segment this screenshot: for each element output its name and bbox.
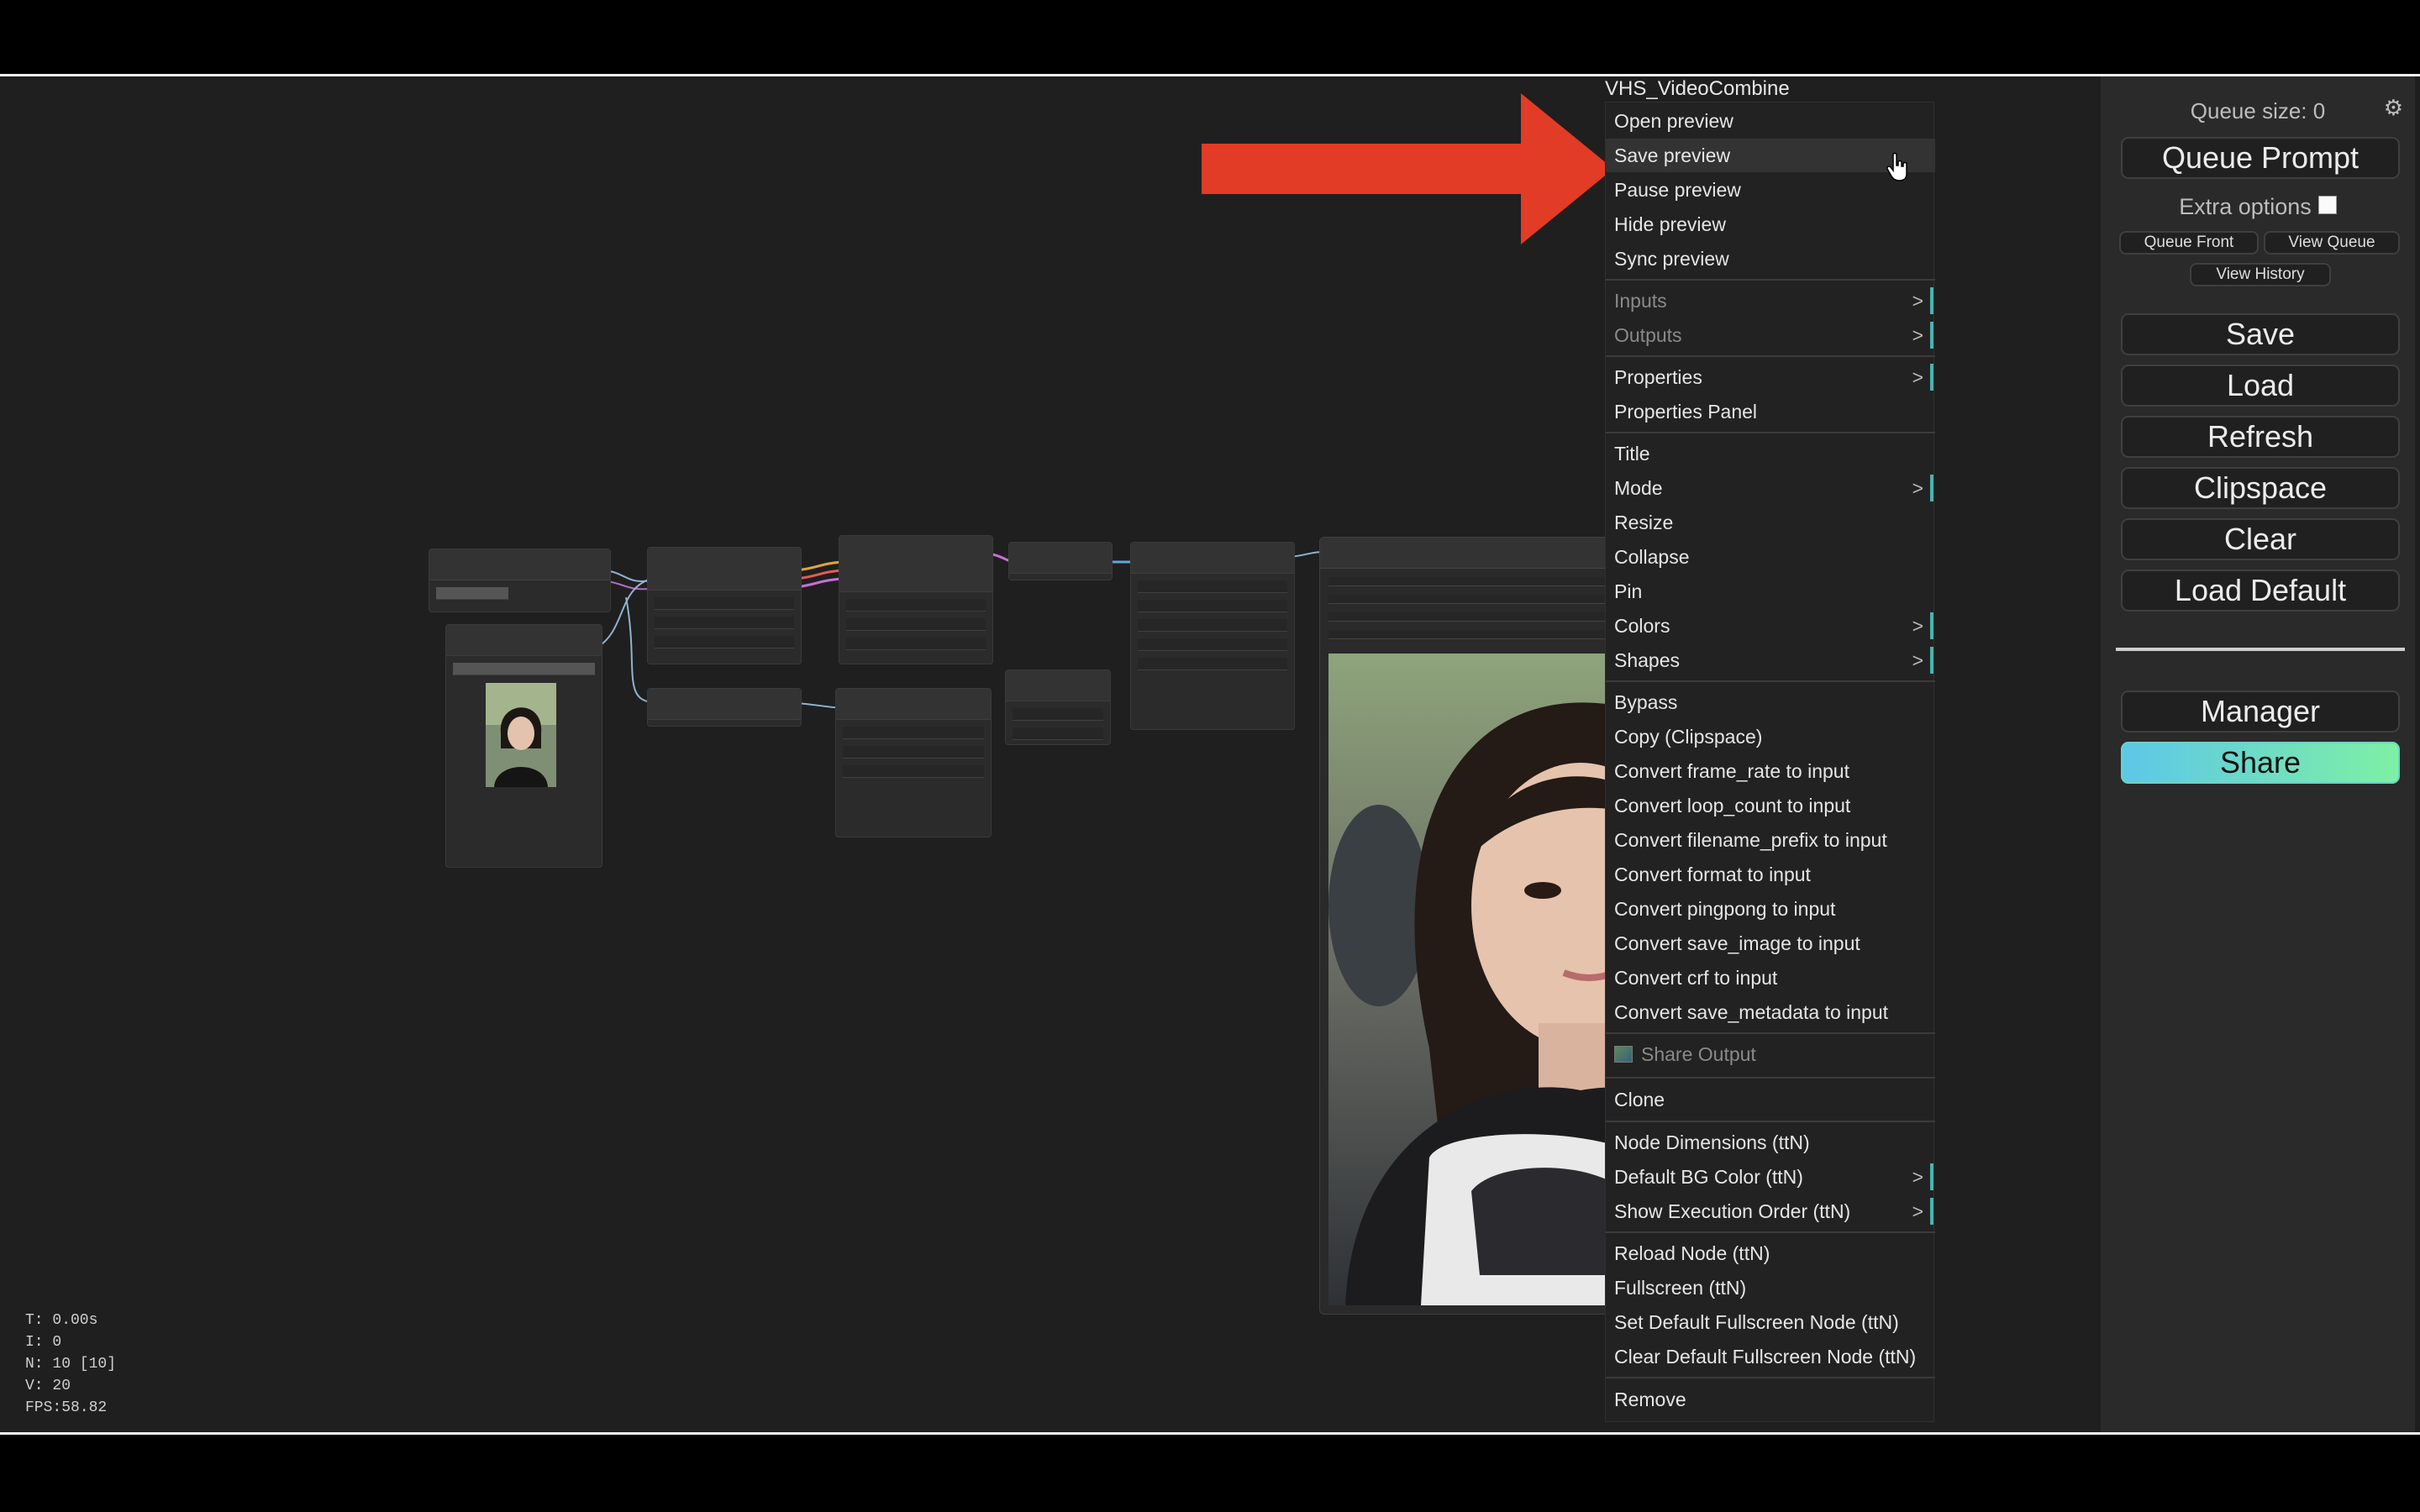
menu-item-reload-node[interactable]: Reload Node (ttN) (1606, 1236, 1935, 1270)
menu-item-shapes[interactable]: Shapes > (1606, 643, 1935, 677)
menu-item-convert-frame-rate[interactable]: Convert frame_rate to input (1606, 754, 1935, 788)
menu-item-copy-clipspace[interactable]: Copy (Clipspace) (1606, 720, 1935, 753)
stat-time: T: 0.00s (25, 1312, 98, 1329)
menu-item-convert-save-metadata[interactable]: Convert save_metadata to input (1606, 995, 1935, 1029)
menu-item-convert-crf[interactable]: Convert crf to input (1606, 961, 1935, 995)
menu-item-convert-loop-count[interactable]: Convert loop_count to input (1606, 789, 1935, 822)
menu-item-mode[interactable]: Mode > (1606, 471, 1935, 505)
load-button[interactable]: Load (2121, 365, 2400, 407)
menu-item-colors[interactable]: Colors > (1606, 609, 1935, 643)
menu-item-inputs-label: Inputs (1614, 290, 1667, 312)
view-history-button[interactable]: View History (2190, 263, 2331, 286)
menu-item-sync-preview[interactable]: Sync preview (1606, 242, 1935, 276)
submenu-chevron-icon: > (1912, 615, 1923, 637)
queue-front-button[interactable]: Queue Front (2119, 231, 2259, 255)
menu-item-clone[interactable]: Clone (1606, 1083, 1935, 1116)
menu-item-outputs-label: Outputs (1614, 324, 1682, 346)
node-8[interactable] (1005, 669, 1111, 745)
menu-item-default-bg-color[interactable]: Default BG Color (ttN) > (1606, 1160, 1935, 1194)
node-5[interactable] (839, 535, 993, 664)
node-6[interactable] (835, 688, 992, 837)
node-4[interactable] (647, 688, 802, 727)
annotation-arrow (1202, 93, 1613, 244)
queue-prompt-button[interactable]: Queue Prompt (2121, 137, 2400, 179)
settings-gear-icon[interactable]: ⚙ (2384, 95, 2403, 121)
stat-v: V: 20 (25, 1378, 71, 1394)
menu-item-remove[interactable]: Remove (1606, 1383, 1935, 1416)
panel-divider (2116, 648, 2405, 651)
queue-size-label: Queue size: 0 (2190, 98, 2326, 123)
menu-item-show-execution-order[interactable]: Show Execution Order (ttN) > (1606, 1194, 1935, 1228)
menu-item-properties-label: Properties (1614, 366, 1702, 388)
submenu-chevron-icon: > (1912, 1200, 1923, 1222)
extra-options-checkbox[interactable] (2317, 196, 2337, 214)
menu-item-colors-label: Colors (1614, 615, 1670, 637)
mouse-pointer-icon (1886, 152, 1907, 181)
input-portrait-thumbnail (486, 683, 556, 787)
menu-item-convert-format[interactable]: Convert format to input (1606, 858, 1935, 891)
canvas-stats: T: 0.00s I: 0 N: 10 [10] V: 20 FPS:58.82 (25, 1310, 116, 1419)
save-button[interactable]: Save (2121, 313, 2400, 355)
menu-item-hide-preview[interactable]: Hide preview (1606, 207, 1935, 241)
menu-item-resize[interactable]: Resize (1606, 506, 1935, 539)
menu-item-fullscreen[interactable]: Fullscreen (ttN) (1606, 1271, 1935, 1305)
menu-item-convert-filename-prefix[interactable]: Convert filename_prefix to input (1606, 823, 1935, 857)
menu-item-title[interactable]: Title (1606, 437, 1935, 470)
menu-item-properties-panel[interactable]: Properties Panel (1606, 395, 1935, 428)
stat-fps: FPS:58.82 (25, 1399, 108, 1416)
node-3[interactable] (647, 547, 802, 664)
submenu-chevron-icon: > (1912, 366, 1923, 388)
submenu-chevron-icon: > (1912, 1166, 1923, 1188)
menu-item-clear-default-fullscreen[interactable]: Clear Default Fullscreen Node (ttN) (1606, 1340, 1935, 1373)
stat-i: I: 0 (25, 1334, 62, 1351)
node-context-menu: Open preview Save preview Pause preview … (1605, 102, 1935, 1422)
app-screen: T: 0.00s I: 0 N: 10 [10] V: 20 FPS:58.82… (0, 74, 2420, 1435)
share-button[interactable]: Share (2121, 742, 2400, 784)
clipspace-button[interactable]: Clipspace (2121, 467, 2400, 509)
menu-item-inputs[interactable]: Inputs > (1606, 284, 1935, 318)
submenu-chevron-icon: > (1912, 477, 1923, 499)
menu-item-pin[interactable]: Pin (1606, 575, 1935, 608)
menu-item-convert-pingpong[interactable]: Convert pingpong to input (1606, 892, 1935, 926)
node-1[interactable] (429, 549, 611, 612)
menu-item-default-bg-color-label: Default BG Color (ttN) (1614, 1166, 1803, 1188)
load-default-button[interactable]: Load Default (2121, 570, 2400, 612)
menu-item-set-default-fullscreen[interactable]: Set Default Fullscreen Node (ttN) (1606, 1305, 1935, 1339)
queue-side-panel: Queue size: 0 ⚙ Queue Prompt Extra optio… (2101, 76, 2415, 1432)
menu-item-share-output[interactable]: Share Output (1606, 1037, 1935, 1071)
clear-button[interactable]: Clear (2121, 518, 2400, 560)
submenu-chevron-icon: > (1912, 324, 1923, 346)
extra-options-row: Extra options (2101, 194, 2415, 220)
stat-nodes: N: 10 [10] (25, 1356, 117, 1373)
menu-item-outputs[interactable]: Outputs > (1606, 318, 1935, 352)
submenu-chevron-icon: > (1912, 649, 1923, 671)
node-7[interactable] (1008, 542, 1113, 580)
context-menu-title: VHS_VideoCombine (1605, 77, 1790, 100)
menu-item-mode-label: Mode (1614, 477, 1663, 499)
manager-button[interactable]: Manager (2121, 690, 2400, 732)
menu-item-show-execution-order-label: Show Execution Order (ttN) (1614, 1200, 1851, 1222)
menu-item-properties[interactable]: Properties > (1606, 360, 1935, 394)
menu-item-shapes-label: Shapes (1614, 649, 1681, 671)
view-queue-button[interactable]: View Queue (2264, 231, 2400, 255)
submenu-chevron-icon: > (1912, 290, 1923, 312)
menu-item-convert-save-image[interactable]: Convert save_image to input (1606, 927, 1935, 960)
extra-options-label: Extra options (2179, 194, 2312, 219)
menu-item-node-dimensions[interactable]: Node Dimensions (ttN) (1606, 1126, 1935, 1159)
share-image-icon (1614, 1046, 1633, 1063)
menu-item-collapse[interactable]: Collapse (1606, 540, 1935, 574)
menu-item-share-output-label: Share Output (1641, 1043, 1756, 1065)
menu-item-bypass[interactable]: Bypass (1606, 685, 1935, 719)
menu-item-open-preview[interactable]: Open preview (1606, 104, 1935, 138)
refresh-button[interactable]: Refresh (2121, 416, 2400, 458)
node-9[interactable] (1130, 542, 1295, 730)
